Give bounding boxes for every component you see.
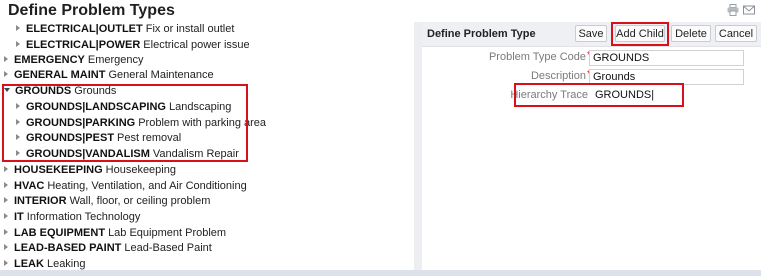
tree-row-code: GENERAL MAINT [14, 69, 106, 81]
tree-row-code: LAB EQUIPMENT [14, 227, 106, 239]
tree-row-code: ELECTRICAL|POWER [26, 39, 141, 51]
problem-type-code-input[interactable] [589, 50, 744, 66]
tree-row-code: GROUNDS|PEST [26, 132, 115, 144]
tree-row-desc: Leaking [46, 258, 86, 270]
tree-row[interactable]: INTERIOR Wall, floor, or ceiling problem [4, 194, 210, 209]
cancel-button[interactable]: Cancel [715, 25, 757, 42]
add-child-button[interactable]: Add Child [615, 25, 665, 42]
expand-arrow-icon[interactable] [16, 41, 20, 48]
tree-row-desc: Heating, Ventilation, and Air Conditioni… [47, 180, 247, 192]
tree-row-desc: Vandalism Repair [152, 148, 239, 160]
print-icon[interactable] [727, 4, 739, 16]
tree-row[interactable]: LEAK Leaking [4, 257, 86, 270]
expand-arrow-icon[interactable] [4, 213, 8, 220]
tree-row-code: LEAK [14, 258, 44, 270]
tree-row-desc: Electrical power issue [143, 39, 250, 51]
tree-row-desc: Emergency [87, 54, 144, 66]
tree-row[interactable]: ELECTRICAL|POWER Electrical power issue [16, 38, 250, 53]
code-label: Problem Type Code [488, 51, 586, 63]
tree-row-desc: Pest removal [117, 132, 182, 144]
expand-arrow-icon[interactable] [4, 182, 8, 189]
tree-row[interactable]: GROUNDS|LANDSCAPING Landscaping [16, 100, 231, 115]
tree-row-code: ELECTRICAL|OUTLET [26, 23, 143, 35]
page-title: Define Problem Types [8, 2, 175, 19]
tree-row-desc: Information Technology [26, 211, 141, 223]
expand-arrow-icon[interactable] [4, 166, 8, 173]
tree-row[interactable]: EMERGENCY Emergency [4, 53, 144, 68]
tree-row[interactable]: HOUSEKEEPING Housekeeping [4, 163, 176, 178]
expand-arrow-icon[interactable] [16, 150, 20, 157]
tree-row[interactable]: GROUNDS|PARKING Problem with parking area [16, 116, 266, 131]
tree-row-code: GROUNDS [15, 85, 72, 97]
title-icons [727, 4, 755, 16]
description-input[interactable] [589, 69, 744, 85]
tree-row-code: EMERGENCY [14, 54, 85, 66]
expand-arrow-icon[interactable] [16, 134, 20, 141]
tree-row-desc: General Maintenance [108, 69, 214, 81]
define-problem-type-form: Define Problem Type Save Add Child Delet… [422, 22, 761, 270]
tree-row-code: IT [14, 211, 24, 223]
hierarchy-trace-label: Hierarchy Trace [510, 89, 588, 101]
expand-arrow-icon[interactable] [16, 25, 20, 32]
tree-row[interactable]: GROUNDS|PEST Pest removal [16, 131, 181, 146]
expand-arrow-icon[interactable] [16, 119, 20, 126]
tree-row-code: LEAD-BASED PAINT [14, 242, 122, 254]
tree-row-desc: Lead-Based Paint [124, 242, 212, 254]
form-header: Define Problem Type Save Add Child Delet… [422, 22, 761, 47]
expand-arrow-icon[interactable] [4, 71, 8, 78]
tree-row-code: GROUNDS|PARKING [26, 117, 136, 129]
hierarchy-trace-value: GROUNDS| [595, 89, 655, 101]
tree-row-code: GROUNDS|VANDALISM [26, 148, 150, 160]
tree-row[interactable]: LAB EQUIPMENT Lab Equipment Problem [4, 226, 226, 241]
description-label: Description [530, 70, 586, 82]
expand-arrow-icon[interactable] [4, 56, 8, 63]
tree-row-desc: Grounds [74, 85, 117, 97]
tree-row-desc: Housekeeping [105, 164, 176, 176]
tree-row-code: HOUSEKEEPING [14, 164, 103, 176]
tree-row[interactable]: HVAC Heating, Ventilation, and Air Condit… [4, 179, 247, 194]
expand-arrow-icon[interactable] [4, 244, 8, 251]
bottom-strip [0, 270, 761, 276]
tree-row-desc: Problem with parking area [138, 117, 267, 129]
expand-arrow-icon[interactable] [4, 197, 8, 204]
tree-row-desc: Wall, floor, or ceiling problem [69, 195, 211, 207]
expand-arrow-icon[interactable] [16, 103, 20, 110]
save-button[interactable]: Save [575, 25, 607, 42]
form-title: Define Problem Type [427, 28, 536, 40]
problem-type-tree: ELECTRICAL|OUTLET Fix or install outlet E… [0, 22, 414, 270]
tree-row-desc: Landscaping [168, 101, 232, 113]
tree-row-code: GROUNDS|LANDSCAPING [26, 101, 166, 113]
pane-splitter[interactable] [414, 22, 422, 270]
tree-row[interactable]: GENERAL MAINT General Maintenance [4, 68, 214, 83]
expand-arrow-icon[interactable] [4, 229, 8, 236]
collapse-arrow-icon[interactable] [4, 88, 10, 93]
expand-arrow-icon[interactable] [4, 260, 8, 267]
tree-row[interactable]: GROUNDS|VANDALISM Vandalism Repair [16, 147, 239, 162]
tree-row-desc: Fix or install outlet [145, 23, 235, 35]
tree-row[interactable]: LEAD-BASED PAINT Lead-Based Paint [4, 241, 212, 256]
tree-row[interactable]: ELECTRICAL|OUTLET Fix or install outlet [16, 22, 234, 37]
delete-button[interactable]: Delete [671, 25, 711, 42]
tree-row-code: HVAC [14, 180, 45, 192]
tree-row-code: INTERIOR [14, 195, 67, 207]
email-icon[interactable] [743, 4, 755, 16]
tree-row-selected[interactable]: GROUNDS Grounds [4, 84, 116, 99]
tree-row[interactable]: IT Information Technology [4, 210, 140, 225]
tree-row-desc: Lab Equipment Problem [108, 227, 227, 239]
title-bar: Define Problem Types [0, 0, 761, 22]
